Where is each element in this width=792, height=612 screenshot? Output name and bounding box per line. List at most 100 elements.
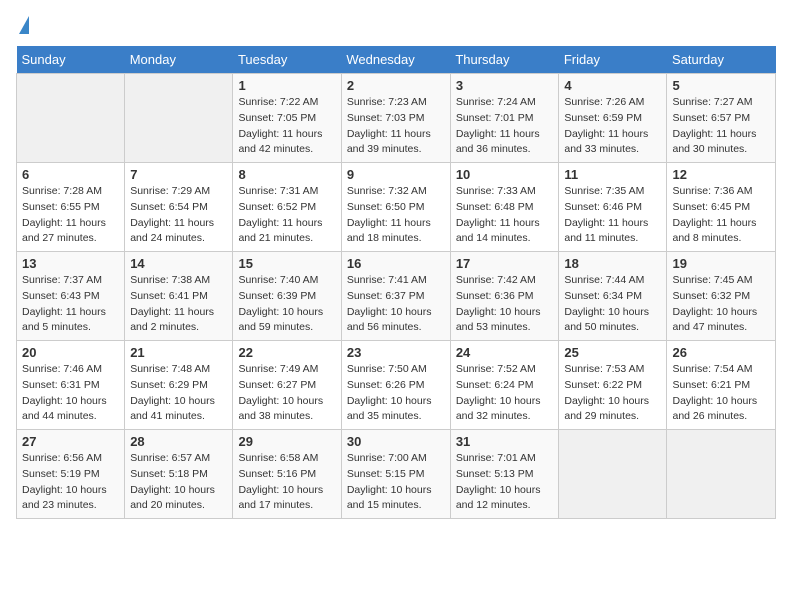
calendar-cell: 7 Sunrise: 7:29 AM Sunset: 6:54 PM Daylig… [125,163,233,252]
logo [16,16,29,36]
calendar-cell [667,430,776,519]
day-number: 29 [238,434,335,449]
calendar-cell [125,74,233,163]
calendar-cell: 12Sunrise: 7:36 AM Sunset: 6:45 PM Dayli… [667,163,776,252]
calendar-cell: 17 Sunrise: 7:42 AM Sunset: 6:36 PM Dayli… [450,252,559,341]
cell-info: Sunrise: 7:23 AM Sunset: 7:03 PM Dayligh… [347,95,445,158]
cell-info: Sunrise: 7:22 AM Sunset: 7:05 PM Dayligh… [238,95,335,158]
calendar-cell: 27Sunrise: 6:56 AM Sunset: 5:19 PM Dayli… [17,430,125,519]
cell-info: Sunrise: 7:27 AM Sunset: 6:57 PM Dayligh… [672,95,770,158]
day-number: 26 [672,345,770,360]
day-header-thursday: Thursday [450,46,559,74]
calendar-cell: 18Sunrise: 7:44 AM Sunset: 6:34 PM Dayli… [559,252,667,341]
logo-icon [19,16,29,34]
cell-info: Sunrise: 7:33 AM Sunset: 6:48 PM Dayligh… [456,184,554,247]
day-number: 18 [564,256,661,271]
day-number: 22 [238,345,335,360]
cell-info: Sunrise: 7:00 AM Sunset: 5:15 PM Dayligh… [347,451,445,514]
day-number: 31 [456,434,554,449]
day-header-tuesday: Tuesday [233,46,341,74]
page-header [16,16,776,36]
calendar-cell: 19 Sunrise: 7:45 AM Sunset: 6:32 PM Dayli… [667,252,776,341]
calendar-cell: 16 Sunrise: 7:41 AM Sunset: 6:37 PM Dayli… [341,252,450,341]
day-number: 10 [456,167,554,182]
calendar-cell: 13Sunrise: 7:37 AM Sunset: 6:43 PM Dayli… [17,252,125,341]
calendar-cell: 30Sunrise: 7:00 AM Sunset: 5:15 PM Dayli… [341,430,450,519]
cell-info: Sunrise: 7:31 AM Sunset: 6:52 PM Dayligh… [238,184,335,247]
calendar-cell: 1 Sunrise: 7:22 AM Sunset: 7:05 PM Daylig… [233,74,341,163]
day-number: 11 [564,167,661,182]
day-number: 15 [238,256,335,271]
cell-info: Sunrise: 7:38 AM Sunset: 6:41 PM Dayligh… [130,273,227,336]
cell-info: Sunrise: 7:50 AM Sunset: 6:26 PM Dayligh… [347,362,445,425]
calendar-cell: 10 Sunrise: 7:33 AM Sunset: 6:48 PM Dayli… [450,163,559,252]
day-number: 3 [456,78,554,93]
day-number: 16 [347,256,445,271]
cell-info: Sunrise: 7:26 AM Sunset: 6:59 PM Dayligh… [564,95,661,158]
day-number: 1 [238,78,335,93]
day-header-saturday: Saturday [667,46,776,74]
cell-info: Sunrise: 7:53 AM Sunset: 6:22 PM Dayligh… [564,362,661,425]
day-number: 21 [130,345,227,360]
calendar-cell [17,74,125,163]
cell-info: Sunrise: 7:01 AM Sunset: 5:13 PM Dayligh… [456,451,554,514]
cell-info: Sunrise: 7:42 AM Sunset: 6:36 PM Dayligh… [456,273,554,336]
calendar-cell: 26 Sunrise: 7:54 AM Sunset: 6:21 PM Dayli… [667,341,776,430]
day-header-friday: Friday [559,46,667,74]
cell-info: Sunrise: 7:52 AM Sunset: 6:24 PM Dayligh… [456,362,554,425]
cell-info: Sunrise: 7:41 AM Sunset: 6:37 PM Dayligh… [347,273,445,336]
calendar-week-row: 27Sunrise: 6:56 AM Sunset: 5:19 PM Dayli… [17,430,776,519]
calendar-cell: 25 Sunrise: 7:53 AM Sunset: 6:22 PM Dayli… [559,341,667,430]
day-number: 14 [130,256,227,271]
cell-info: Sunrise: 7:32 AM Sunset: 6:50 PM Dayligh… [347,184,445,247]
calendar-cell: 23 Sunrise: 7:50 AM Sunset: 6:26 PM Dayli… [341,341,450,430]
day-number: 4 [564,78,661,93]
calendar-cell: 31 Sunrise: 7:01 AM Sunset: 5:13 PM Dayli… [450,430,559,519]
calendar-cell: 15 Sunrise: 7:40 AM Sunset: 6:39 PM Dayli… [233,252,341,341]
calendar-cell: 24Sunrise: 7:52 AM Sunset: 6:24 PM Dayli… [450,341,559,430]
day-number: 25 [564,345,661,360]
cell-info: Sunrise: 7:45 AM Sunset: 6:32 PM Dayligh… [672,273,770,336]
day-number: 17 [456,256,554,271]
calendar-week-row: 1 Sunrise: 7:22 AM Sunset: 7:05 PM Daylig… [17,74,776,163]
calendar-week-row: 20 Sunrise: 7:46 AM Sunset: 6:31 PM Dayli… [17,341,776,430]
calendar-cell: 29 Sunrise: 6:58 AM Sunset: 5:16 PM Dayli… [233,430,341,519]
day-header-monday: Monday [125,46,233,74]
day-number: 5 [672,78,770,93]
cell-info: Sunrise: 6:56 AM Sunset: 5:19 PM Dayligh… [22,451,119,514]
day-header-sunday: Sunday [17,46,125,74]
calendar-cell: 8 Sunrise: 7:31 AM Sunset: 6:52 PM Daylig… [233,163,341,252]
calendar-cell: 20 Sunrise: 7:46 AM Sunset: 6:31 PM Dayli… [17,341,125,430]
calendar-cell: 6 Sunrise: 7:28 AM Sunset: 6:55 PM Daylig… [17,163,125,252]
calendar-cell: 14 Sunrise: 7:38 AM Sunset: 6:41 PM Dayli… [125,252,233,341]
day-header-wednesday: Wednesday [341,46,450,74]
day-number: 20 [22,345,119,360]
calendar-cell: 9Sunrise: 7:32 AM Sunset: 6:50 PM Daylig… [341,163,450,252]
day-number: 13 [22,256,119,271]
day-number: 8 [238,167,335,182]
calendar-cell: 28 Sunrise: 6:57 AM Sunset: 5:18 PM Dayli… [125,430,233,519]
calendar-cell: 4 Sunrise: 7:26 AM Sunset: 6:59 PM Daylig… [559,74,667,163]
day-number: 7 [130,167,227,182]
calendar-cell: 21 Sunrise: 7:48 AM Sunset: 6:29 PM Dayli… [125,341,233,430]
day-number: 2 [347,78,445,93]
day-number: 6 [22,167,119,182]
cell-info: Sunrise: 7:28 AM Sunset: 6:55 PM Dayligh… [22,184,119,247]
cell-info: Sunrise: 7:29 AM Sunset: 6:54 PM Dayligh… [130,184,227,247]
cell-info: Sunrise: 7:40 AM Sunset: 6:39 PM Dayligh… [238,273,335,336]
cell-info: Sunrise: 6:57 AM Sunset: 5:18 PM Dayligh… [130,451,227,514]
calendar-cell: 2 Sunrise: 7:23 AM Sunset: 7:03 PM Daylig… [341,74,450,163]
calendar-cell: 3 Sunrise: 7:24 AM Sunset: 7:01 PM Daylig… [450,74,559,163]
calendar-table: SundayMondayTuesdayWednesdayThursdayFrid… [16,46,776,519]
calendar-week-row: 6 Sunrise: 7:28 AM Sunset: 6:55 PM Daylig… [17,163,776,252]
cell-info: Sunrise: 7:46 AM Sunset: 6:31 PM Dayligh… [22,362,119,425]
cell-info: Sunrise: 7:24 AM Sunset: 7:01 PM Dayligh… [456,95,554,158]
calendar-week-row: 13Sunrise: 7:37 AM Sunset: 6:43 PM Dayli… [17,252,776,341]
cell-info: Sunrise: 7:54 AM Sunset: 6:21 PM Dayligh… [672,362,770,425]
calendar-cell: 22Sunrise: 7:49 AM Sunset: 6:27 PM Dayli… [233,341,341,430]
day-number: 23 [347,345,445,360]
day-number: 19 [672,256,770,271]
cell-info: Sunrise: 7:48 AM Sunset: 6:29 PM Dayligh… [130,362,227,425]
day-number: 28 [130,434,227,449]
cell-info: Sunrise: 6:58 AM Sunset: 5:16 PM Dayligh… [238,451,335,514]
